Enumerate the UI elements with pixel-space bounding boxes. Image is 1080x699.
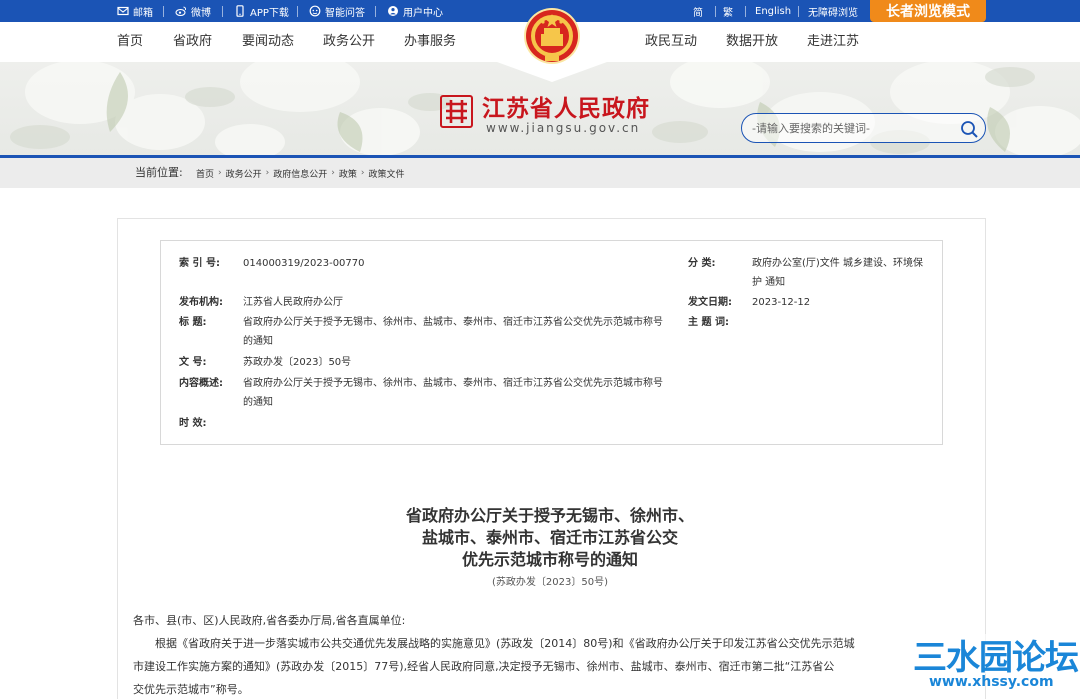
smart-qa-label: 智能问答 (325, 7, 365, 19)
elder-mode-button[interactable]: 长者浏览模式 (870, 0, 986, 22)
document-title-line: 盐城市、泰州市、宿迁市江苏省公交 (421, 528, 678, 547)
meta-org-key: 发布机构: (179, 297, 223, 308)
meta-title-key: 标 题: (179, 317, 207, 328)
site-watermark: 三水园论坛 www.xhssy.com (907, 630, 1079, 696)
meta-date-key: 发文日期: (688, 297, 732, 308)
app-download-link[interactable]: APP下载 (234, 0, 289, 22)
separator (745, 6, 746, 17)
breadcrumb: 首页 › 政务公开 › 政府信息公开 › 政策 › 政策文件 (196, 158, 405, 188)
nav-item-news[interactable]: 要闻动态 (242, 22, 294, 62)
meta-category-value: 政府办公室(厅)文件 城乡建设、环境保护 通知 (752, 258, 923, 288)
meta-date-value: 2023-12-12 (752, 297, 811, 308)
mail-icon (117, 6, 129, 16)
weibo-link[interactable]: 微博 (175, 0, 211, 22)
search-input[interactable] (752, 120, 952, 136)
search-box (741, 113, 986, 143)
weibo-icon (175, 6, 187, 17)
document-addressee: 各市、县(市、区)人民政府,省各委办厅局,省各直属单位: (133, 614, 406, 627)
breadcrumb-separator: › (331, 168, 335, 178)
document-title: 省政府办公厅关于授予无锡市、徐州市、 盐城市、泰州市、宿迁市江苏省公交 优先示范… (350, 505, 750, 571)
traditional-chinese-link[interactable]: 繁 (723, 0, 733, 22)
weibo-label: 微博 (191, 7, 211, 19)
separator (297, 6, 298, 17)
meta-category-key: 分 类: (688, 258, 716, 269)
document-body-line: 交优先示范城市”称号。 (133, 683, 249, 696)
mail-label: 邮箱 (133, 7, 153, 19)
user-center-link[interactable]: 用户中心 (387, 0, 443, 22)
simplified-chinese-link[interactable]: 简 (693, 0, 703, 22)
document-title-line: 省政府办公厅关于授予无锡市、徐州市、 (405, 506, 694, 525)
nav-item-about-jiangsu[interactable]: 走进江苏 (807, 22, 859, 62)
separator (163, 6, 164, 17)
nav-item-government-affairs[interactable]: 政务公开 (323, 22, 375, 62)
nav-item-interaction[interactable]: 政民互动 (645, 22, 697, 62)
separator (798, 6, 799, 17)
breadcrumb-item-info-disclosure[interactable]: 政府信息公开 (273, 167, 327, 180)
meta-subject-key: 主 题 词: (688, 317, 729, 328)
separator (222, 6, 223, 17)
meta-docno-key: 文 号: (179, 357, 207, 368)
breadcrumb-item-policy-documents[interactable]: 政策文件 (369, 167, 405, 180)
smart-qa-link[interactable]: 智能问答 (309, 0, 365, 22)
breadcrumb-separator: › (218, 168, 222, 178)
nav-item-provincial-government[interactable]: 省政府 (173, 22, 212, 62)
meta-effect-key: 时 效: (179, 418, 207, 429)
mail-link[interactable]: 邮箱 (117, 0, 153, 22)
breadcrumb-separator: › (265, 168, 270, 178)
separator (375, 6, 376, 17)
accessibility-link[interactable]: 无障碍浏览 (808, 0, 858, 22)
meta-summary-value: 省政府办公厅关于授予无锡市、徐州市、盐城市、泰州市、宿迁市江苏省公交优先示范城市… (243, 378, 663, 408)
document-number: (苏政办发〔2023〕50号) (492, 577, 608, 588)
robot-icon (309, 5, 321, 17)
breadcrumb-bar: 当前位置: 首页 › 政务公开 › 政府信息公开 › 政策 › 政策文件 (0, 158, 1080, 188)
meta-index-value: 014000319/2023-00770 (243, 258, 365, 269)
phone-icon (236, 5, 244, 17)
search-icon[interactable] (959, 119, 979, 139)
breadcrumb-item-home[interactable]: 首页 (196, 167, 214, 180)
jiangsu-logo-icon (440, 95, 473, 128)
document-body-line: 市建设工作实施方案的通知》(苏政办发〔2015〕77号),经省人民政府同意,决定… (133, 660, 835, 673)
user-center-label: 用户中心 (403, 7, 443, 19)
meta-org-value: 江苏省人民政府办公厅 (243, 297, 343, 308)
nav-item-home[interactable]: 首页 (117, 22, 143, 62)
user-icon (388, 6, 398, 16)
document-title-line: 优先示范城市称号的通知 (461, 550, 638, 569)
meta-title-value: 省政府办公厅关于授予无锡市、徐州市、盐城市、泰州市、宿迁市江苏省公交优先示范城市… (243, 317, 663, 347)
meta-index-key: 索 引 号: (179, 258, 220, 269)
app-download-label: APP下载 (250, 7, 289, 19)
document-body-line: 根据《省政府关于进一步落实城市公共交通优先发展战略的实施意见》(苏政发〔2014… (155, 637, 855, 650)
national-emblem (497, 0, 607, 82)
breadcrumb-item-policy[interactable]: 政策 (339, 167, 357, 180)
separator (715, 6, 716, 17)
watermark-text: 三水园论坛 (913, 638, 1079, 678)
breadcrumb-label: 当前位置: (135, 166, 183, 179)
breadcrumb-item-government-affairs[interactable]: 政务公开 (226, 167, 262, 180)
watermark-url: www.xhssy.com (929, 674, 1054, 690)
nav-item-services[interactable]: 办事服务 (404, 22, 456, 62)
breadcrumb-separator: › (360, 168, 365, 178)
site-url: www.jiangsu.gov.cn (486, 121, 641, 135)
nav-item-open-data[interactable]: 数据开放 (726, 22, 778, 62)
english-link[interactable]: English (755, 0, 791, 22)
meta-docno-value: 苏政办发〔2023〕50号 (243, 357, 352, 368)
site-title: 江苏省人民政府 (482, 95, 650, 122)
meta-summary-key: 内容概述: (179, 378, 223, 389)
